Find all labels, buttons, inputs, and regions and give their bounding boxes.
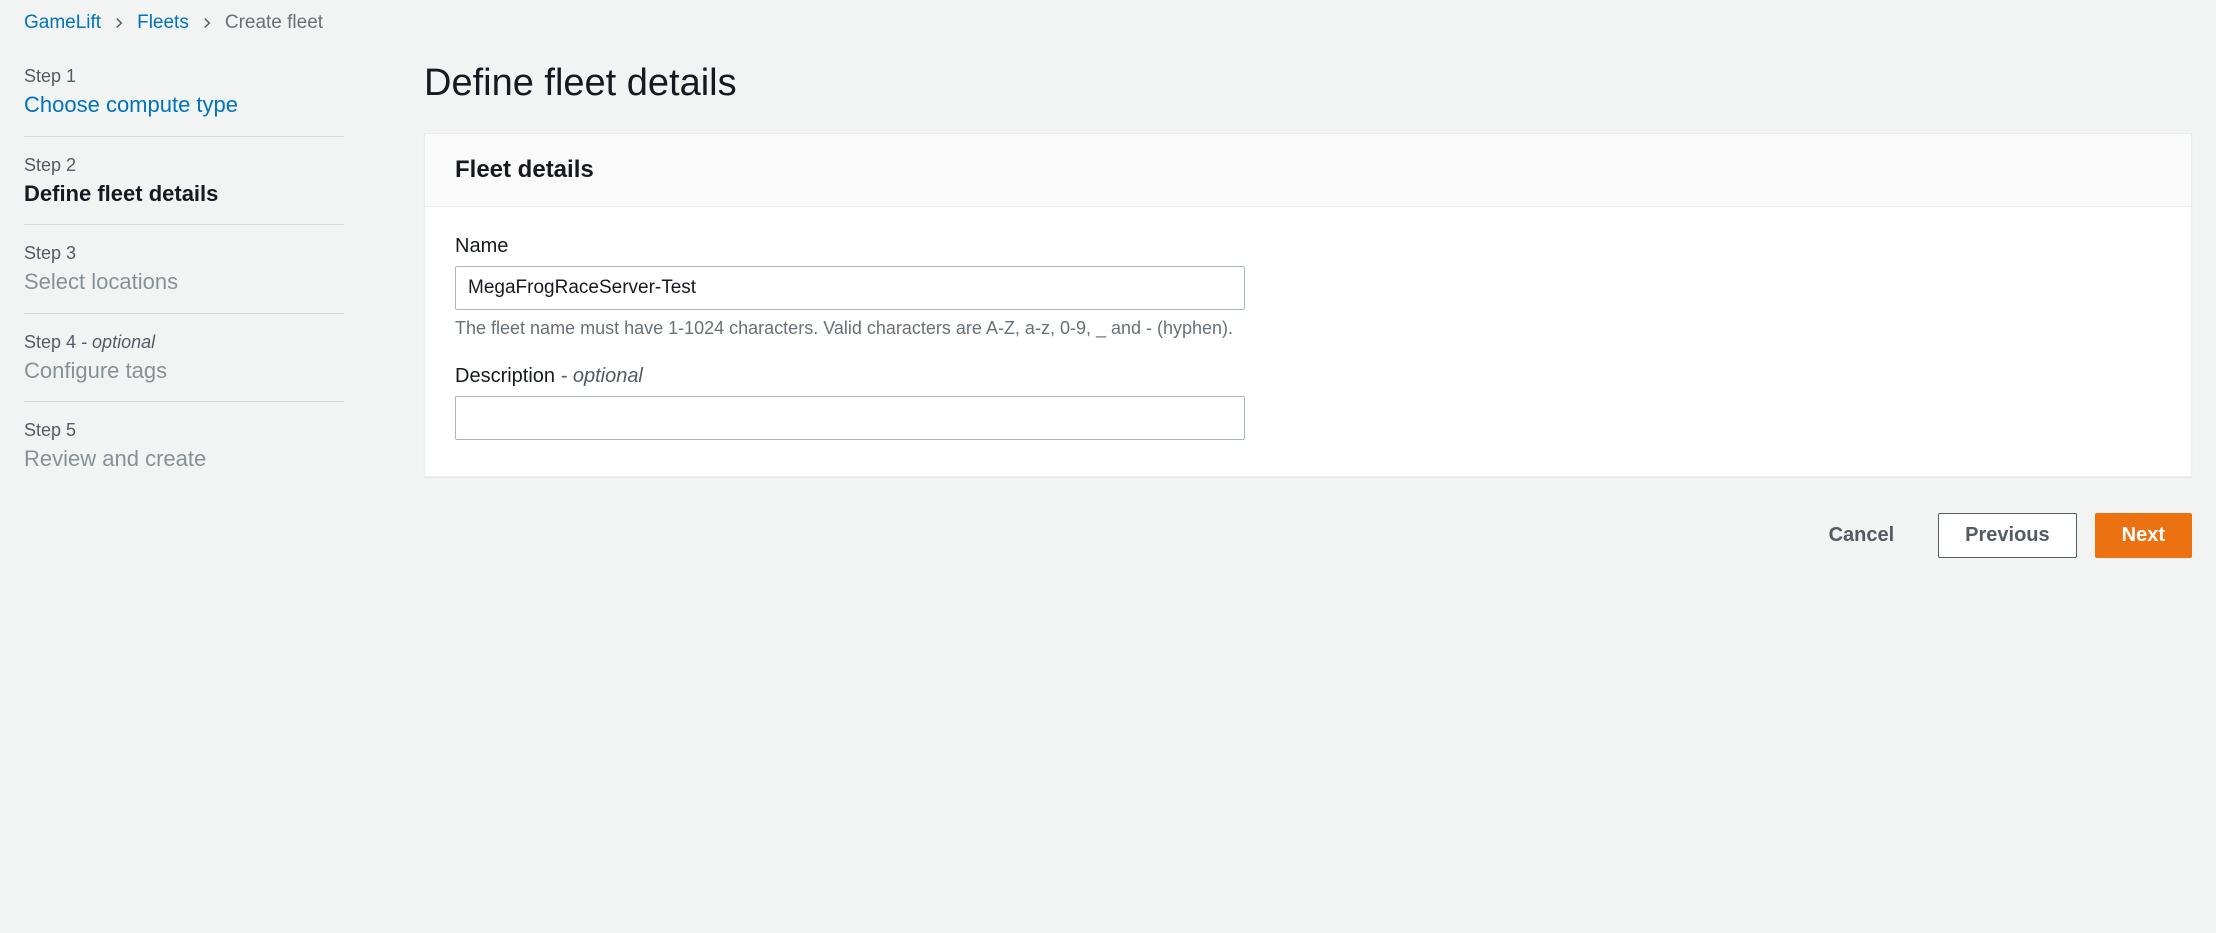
step-number: Step 3 (24, 243, 344, 264)
step-number: Step 1 (24, 66, 344, 87)
fleet-details-panel: Fleet details Name The fleet name must h… (424, 133, 2192, 477)
step-number: Step 5 (24, 420, 344, 441)
panel-title: Fleet details (455, 156, 2161, 184)
name-input[interactable] (455, 266, 1245, 310)
description-field-group: Description - optional (455, 365, 2161, 440)
step-title: Define fleet details (24, 180, 344, 209)
wizard-step-3: Step 3 Select locations (24, 225, 344, 314)
previous-button[interactable]: Previous (1938, 513, 2076, 558)
breadcrumb-link-fleets[interactable]: Fleets (137, 12, 189, 34)
name-field-group: Name The fleet name must have 1-1024 cha… (455, 235, 2161, 339)
chevron-right-icon (201, 17, 213, 29)
description-label: Description - optional (455, 365, 2161, 388)
wizard-footer-actions: Cancel Previous Next (424, 513, 2192, 558)
step-title: Choose compute type (24, 91, 344, 120)
breadcrumb-current: Create fleet (225, 12, 323, 34)
cancel-button[interactable]: Cancel (1803, 514, 1921, 557)
wizard-step-5: Step 5 Review and create (24, 402, 344, 490)
wizard-step-1[interactable]: Step 1 Choose compute type (24, 62, 344, 137)
step-title: Configure tags (24, 357, 344, 386)
step-number: Step 2 (24, 155, 344, 176)
chevron-right-icon (113, 17, 125, 29)
panel-header: Fleet details (425, 134, 2191, 207)
wizard-step-2: Step 2 Define fleet details (24, 137, 344, 226)
main-content: Define fleet details Fleet details Name … (424, 62, 2192, 558)
step-title: Review and create (24, 445, 344, 474)
description-input[interactable] (455, 396, 1245, 440)
breadcrumb-link-gamelift[interactable]: GameLift (24, 12, 101, 34)
name-hint: The fleet name must have 1-1024 characte… (455, 318, 2161, 339)
step-number: Step 4 - optional (24, 332, 344, 353)
step-title: Select locations (24, 268, 344, 297)
name-label: Name (455, 235, 2161, 258)
panel-body: Name The fleet name must have 1-1024 cha… (425, 207, 2191, 476)
wizard-step-4: Step 4 - optional Configure tags (24, 314, 344, 403)
wizard-step-nav: Step 1 Choose compute type Step 2 Define… (24, 62, 344, 490)
breadcrumb: GameLift Fleets Create fleet (24, 12, 2192, 34)
next-button[interactable]: Next (2095, 513, 2192, 558)
page-title: Define fleet details (424, 62, 2192, 105)
